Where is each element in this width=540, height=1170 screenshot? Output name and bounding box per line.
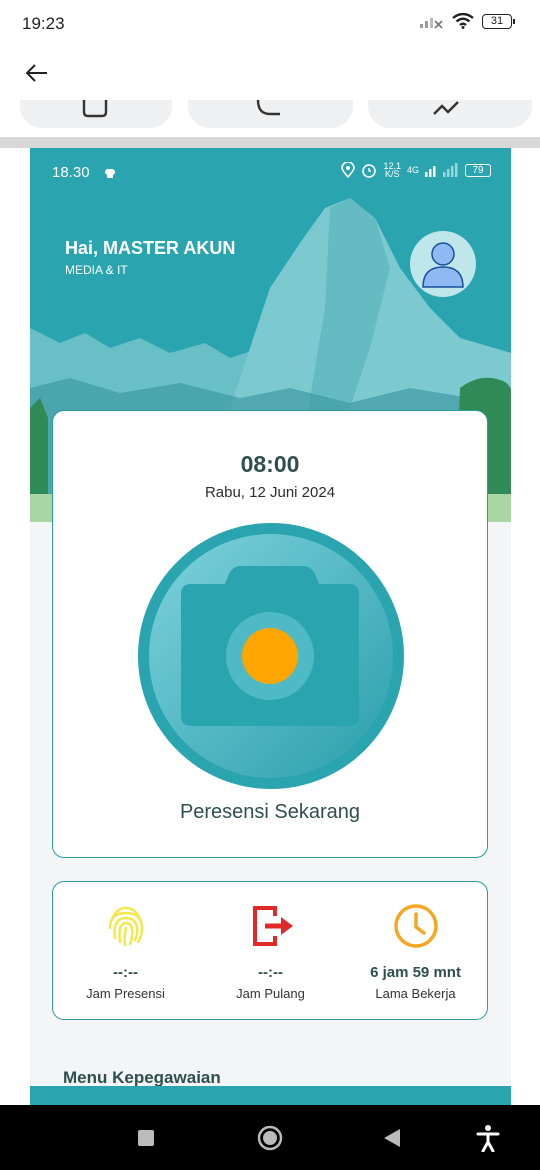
app-status-time: 18.30 xyxy=(52,164,90,181)
fingerprint-icon xyxy=(108,906,143,947)
home-button[interactable] xyxy=(240,1105,300,1170)
bottom-menu-bar[interactable] xyxy=(30,1086,511,1105)
stat-value: 6 jam 59 mnt xyxy=(370,964,461,981)
user-icon xyxy=(422,242,464,288)
stat-label: Jam Pulang xyxy=(236,986,305,1001)
attendance-stats-card: --:-- Jam Presensi --:-- Jam Pulang 6 ja… xyxy=(52,881,488,1020)
wifi-icon xyxy=(452,13,474,29)
stat-label: Lama Bekerja xyxy=(375,986,456,1001)
alarm-icon xyxy=(362,164,377,178)
stat-jam-pulang: --:-- Jam Pulang xyxy=(198,882,343,1021)
camera-attendance-button[interactable] xyxy=(137,522,405,790)
camera-icon xyxy=(138,523,404,789)
stat-label: Jam Presensi xyxy=(86,986,165,1001)
tab-pill-1[interactable] xyxy=(20,100,172,128)
clock-display: 08:00 xyxy=(240,451,300,477)
stat-lama-bekerja: 6 jam 59 mnt Lama Bekerja xyxy=(343,882,488,1021)
app-status-icons: 12,1 K/S 4G 79 xyxy=(341,162,491,179)
signal-icon xyxy=(425,163,458,177)
system-time: 19:23 xyxy=(22,14,65,33)
content-divider xyxy=(0,137,540,148)
attendance-card: 08:00 Rabu, 12 Juni 2024 Peresensi Sekar… xyxy=(52,410,488,858)
system-nav-bar xyxy=(0,1105,540,1170)
tab-pill-2[interactable] xyxy=(188,100,353,128)
avatar[interactable] xyxy=(410,231,476,297)
system-status-bar: 19:23 31 xyxy=(0,0,540,50)
battery-icon: 31 xyxy=(482,13,515,29)
clock-icon xyxy=(393,904,438,948)
system-back-button[interactable] xyxy=(362,1105,422,1170)
app-battery-icon: 79 xyxy=(465,163,491,177)
accessibility-icon xyxy=(476,1124,500,1152)
logout-icon xyxy=(252,906,293,946)
location-icon xyxy=(341,162,356,178)
recent-apps-button[interactable] xyxy=(116,1105,176,1170)
circle-home-icon xyxy=(257,1125,283,1150)
system-status-icons: 31 xyxy=(418,13,515,29)
stat-jam-presensi: --:-- Jam Presensi xyxy=(53,882,198,1021)
square-recent-icon xyxy=(138,1129,154,1146)
arrow-left-icon xyxy=(26,64,47,82)
signal-off-icon xyxy=(420,18,443,29)
chat-icon xyxy=(256,100,280,116)
app-preview: 18.30 12,1 K/S 4G 79 Hai, MASTER AKUN ME… xyxy=(30,148,511,1105)
accessibility-button[interactable] xyxy=(458,1105,518,1170)
date-display: Rabu, 12 Juni 2024 xyxy=(204,484,336,501)
document-icon xyxy=(82,100,108,118)
network-type: 4G xyxy=(406,165,419,175)
data-speed-unit: K/S xyxy=(384,169,400,179)
greeting-text: Hai, MASTER AKUN xyxy=(65,238,236,258)
camera-attendance-label[interactable]: Peresensi Sekarang xyxy=(53,801,487,824)
stat-value: --:-- xyxy=(113,964,138,981)
menu-section-title: Menu Kepegawaian xyxy=(63,1068,221,1087)
stat-value: --:-- xyxy=(258,964,283,981)
triangle-back-icon xyxy=(384,1128,400,1147)
app-notification-icon xyxy=(104,166,116,184)
tab-pill-3[interactable] xyxy=(368,100,532,128)
back-button[interactable] xyxy=(22,58,52,88)
department-text: MEDIA & IT xyxy=(65,263,128,277)
share-icon xyxy=(433,101,459,115)
